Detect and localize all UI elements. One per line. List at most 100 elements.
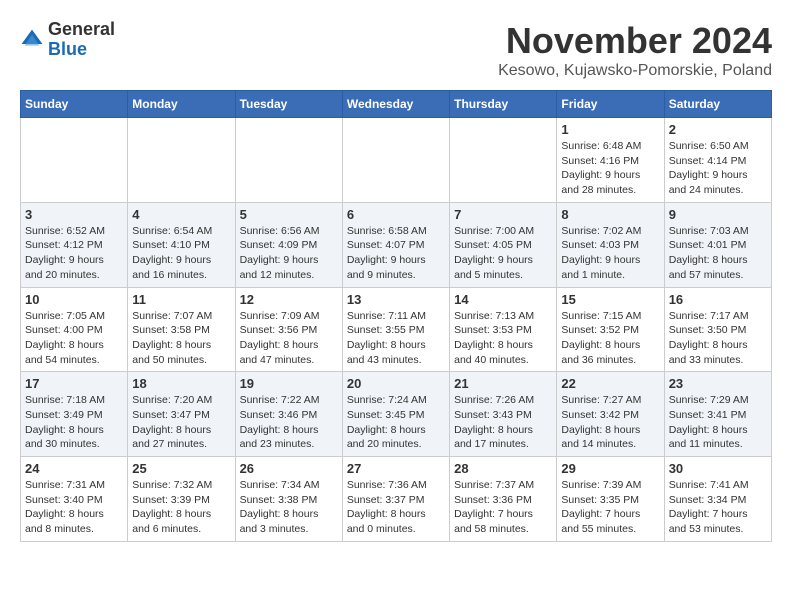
calendar-cell: 24 Sunrise: 7:31 AMSunset: 3:40 PMDayligh… [21,457,128,542]
day-info: Sunrise: 7:03 AMSunset: 4:01 PMDaylight:… [669,224,767,283]
header-sunday: Sunday [21,91,128,118]
calendar-cell: 25Sunrise: 7:32 AMSunset: 3:39 PMDayligh… [128,457,235,542]
day-info: Sunrise: 7:34 AMSunset: 3:38 PMDaylight:… [240,478,338,537]
calendar-cell [21,118,128,203]
day-number: 26 [240,461,338,476]
calendar-cell: 6Sunrise: 6:58 AMSunset: 4:07 PMDaylight… [342,202,449,287]
day-number: 21 [454,376,552,391]
day-info: Sunrise: 7:17 AMSunset: 3:50 PMDaylight:… [669,309,767,368]
day-number: 5 [240,207,338,222]
calendar-cell: 29 Sunrise: 7:39 AMSunset: 3:35 PMDayligh… [557,457,664,542]
day-number: 4 [132,207,230,222]
calendar-cell: 23Sunrise: 7:29 AMSunset: 3:41 PMDayligh… [664,372,771,457]
day-number: 24 [25,461,123,476]
day-info: Sunrise: 7:20 AMSunset: 3:47 PMDaylight:… [132,393,230,452]
day-number: 14 [454,292,552,307]
day-number: 9 [669,207,767,222]
day-info: Sunrise: 7:13 AMSunset: 3:53 PMDaylight:… [454,309,552,368]
day-number: 12 [240,292,338,307]
calendar-cell: 22Sunrise: 7:27 AMSunset: 3:42 PMDayligh… [557,372,664,457]
day-info: Sunrise: 7:05 AMSunset: 4:00 PMDaylight:… [25,309,123,368]
calendar-cell [235,118,342,203]
day-info: Sunrise: 7:00 AMSunset: 4:05 PMDaylight:… [454,224,552,283]
calendar-cell: 19Sunrise: 7:22 AMSunset: 3:46 PMDayligh… [235,372,342,457]
calendar-cell: 3 Sunrise: 6:52 AMSunset: 4:12 PMDaylight… [21,202,128,287]
day-number: 20 [347,376,445,391]
day-info: Sunrise: 6:52 AMSunset: 4:12 PMDaylight:… [25,224,123,283]
day-info: Sunrise: 7:18 AMSunset: 3:49 PMDaylight:… [25,393,123,452]
calendar-cell: 2 Sunrise: 6:50 AMSunset: 4:14 PMDaylight… [664,118,771,203]
day-info: Sunrise: 7:02 AMSunset: 4:03 PMDaylight:… [561,224,659,283]
logo: General Blue [20,20,115,60]
title-area: November 2024 Kesowo, Kujawsko-Pomorskie… [498,20,772,80]
calendar-cell: 13 Sunrise: 7:11 AMSunset: 3:55 PMDayligh… [342,287,449,372]
calendar-week-1: 1 Sunrise: 6:48 AMSunset: 4:16 PMDaylight… [21,118,772,203]
day-info: Sunrise: 6:50 AMSunset: 4:14 PMDaylight:… [669,139,767,198]
day-number: 19 [240,376,338,391]
day-number: 7 [454,207,552,222]
header-wednesday: Wednesday [342,91,449,118]
calendar-cell: 8 Sunrise: 7:02 AMSunset: 4:03 PMDaylight… [557,202,664,287]
day-info: Sunrise: 7:26 AMSunset: 3:43 PMDaylight:… [454,393,552,452]
day-number: 16 [669,292,767,307]
day-number: 22 [561,376,659,391]
page-header: General Blue November 2024 Kesowo, Kujaw… [20,20,772,80]
calendar-cell: 5 Sunrise: 6:56 AMSunset: 4:09 PMDaylight… [235,202,342,287]
day-number: 13 [347,292,445,307]
calendar-cell: 1 Sunrise: 6:48 AMSunset: 4:16 PMDaylight… [557,118,664,203]
day-number: 8 [561,207,659,222]
header-tuesday: Tuesday [235,91,342,118]
day-info: Sunrise: 7:24 AMSunset: 3:45 PMDaylight:… [347,393,445,452]
day-info: Sunrise: 7:07 AMSunset: 3:58 PMDaylight:… [132,309,230,368]
day-number: 3 [25,207,123,222]
day-info: Sunrise: 6:54 AMSunset: 4:10 PMDaylight:… [132,224,230,283]
logo-icon [20,28,44,52]
day-number: 27 [347,461,445,476]
day-number: 15 [561,292,659,307]
calendar-cell: 9 Sunrise: 7:03 AMSunset: 4:01 PMDaylight… [664,202,771,287]
calendar-week-2: 3 Sunrise: 6:52 AMSunset: 4:12 PMDaylight… [21,202,772,287]
calendar-week-4: 17Sunrise: 7:18 AMSunset: 3:49 PMDayligh… [21,372,772,457]
day-number: 10 [25,292,123,307]
header-thursday: Thursday [450,91,557,118]
calendar-cell: 16 Sunrise: 7:17 AMSunset: 3:50 PMDayligh… [664,287,771,372]
day-info: Sunrise: 7:15 AMSunset: 3:52 PMDaylight:… [561,309,659,368]
calendar-cell: 18Sunrise: 7:20 AMSunset: 3:47 PMDayligh… [128,372,235,457]
header-row: Sunday Monday Tuesday Wednesday Thursday… [21,91,772,118]
day-number: 25 [132,461,230,476]
calendar-cell: 11 Sunrise: 7:07 AMSunset: 3:58 PMDayligh… [128,287,235,372]
month-title: November 2024 [498,20,772,62]
calendar-cell: 26 Sunrise: 7:34 AMSunset: 3:38 PMDayligh… [235,457,342,542]
calendar-cell [128,118,235,203]
day-number: 6 [347,207,445,222]
calendar-cell: 20 Sunrise: 7:24 AMSunset: 3:45 PMDayligh… [342,372,449,457]
day-info: Sunrise: 7:31 AMSunset: 3:40 PMDaylight:… [25,478,123,537]
header-monday: Monday [128,91,235,118]
day-number: 1 [561,122,659,137]
calendar-cell: 21 Sunrise: 7:26 AMSunset: 3:43 PMDayligh… [450,372,557,457]
calendar-cell: 30 Sunrise: 7:41 AMSunset: 3:34 PMDayligh… [664,457,771,542]
day-info: Sunrise: 6:48 AMSunset: 4:16 PMDaylight:… [561,139,659,198]
calendar-cell: 10 Sunrise: 7:05 AMSunset: 4:00 PMDayligh… [21,287,128,372]
day-info: Sunrise: 7:39 AMSunset: 3:35 PMDaylight:… [561,478,659,537]
calendar-week-5: 24 Sunrise: 7:31 AMSunset: 3:40 PMDayligh… [21,457,772,542]
calendar-cell: 27Sunrise: 7:36 AMSunset: 3:37 PMDayligh… [342,457,449,542]
day-number: 11 [132,292,230,307]
calendar-cell [342,118,449,203]
calendar-header: Sunday Monday Tuesday Wednesday Thursday… [21,91,772,118]
day-info: Sunrise: 7:11 AMSunset: 3:55 PMDaylight:… [347,309,445,368]
logo-blue-text: Blue [48,39,87,59]
calendar-week-3: 10 Sunrise: 7:05 AMSunset: 4:00 PMDayligh… [21,287,772,372]
day-info: Sunrise: 6:56 AMSunset: 4:09 PMDaylight:… [240,224,338,283]
day-number: 2 [669,122,767,137]
calendar-cell: 14 Sunrise: 7:13 AMSunset: 3:53 PMDayligh… [450,287,557,372]
calendar-table: Sunday Monday Tuesday Wednesday Thursday… [20,90,772,542]
calendar-cell: 28Sunrise: 7:37 AMSunset: 3:36 PMDayligh… [450,457,557,542]
calendar-cell: 17Sunrise: 7:18 AMSunset: 3:49 PMDayligh… [21,372,128,457]
day-info: Sunrise: 7:41 AMSunset: 3:34 PMDaylight:… [669,478,767,537]
day-number: 23 [669,376,767,391]
day-info: Sunrise: 7:09 AMSunset: 3:56 PMDaylight:… [240,309,338,368]
day-number: 29 [561,461,659,476]
day-number: 30 [669,461,767,476]
location: Kesowo, Kujawsko-Pomorskie, Poland [498,62,772,80]
